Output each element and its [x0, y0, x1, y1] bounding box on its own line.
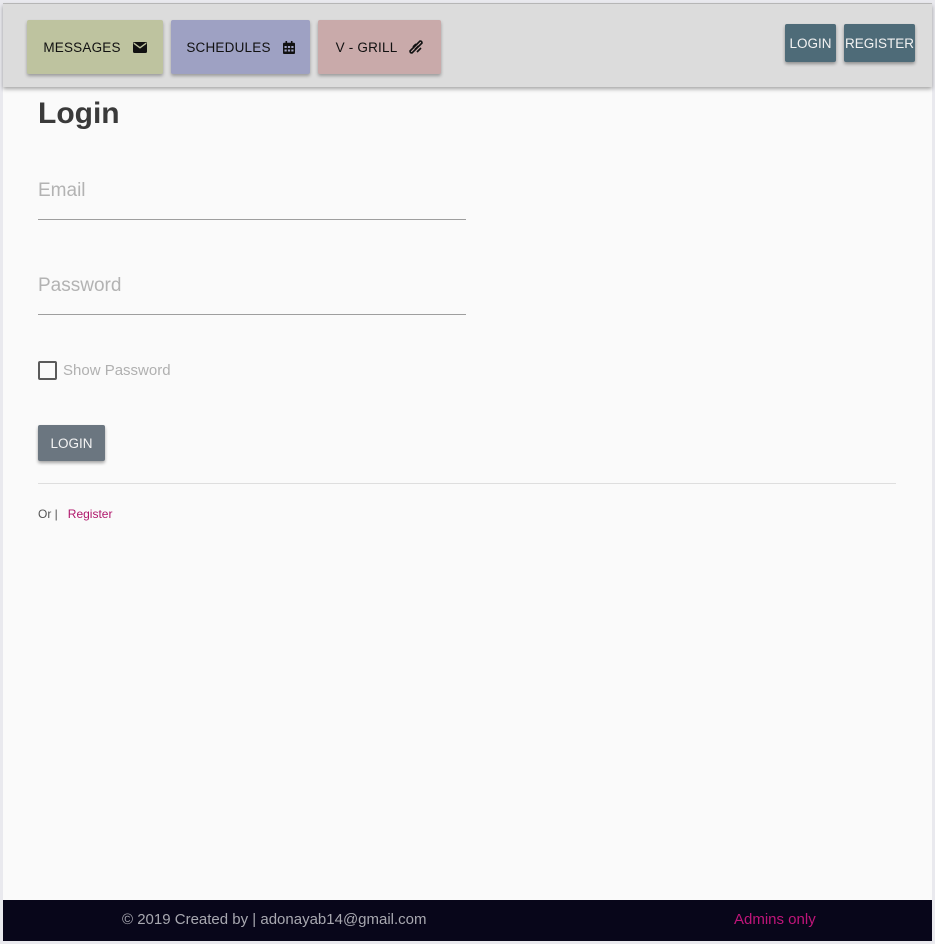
login-submit-button[interactable]: LOGIN: [38, 425, 105, 461]
top-navbar: MESSAGES SCHEDULES V - GRILL LOGIN REGIS…: [3, 4, 932, 87]
footer: © 2019 Created by | adonayab14@gmail.com…: [3, 900, 932, 941]
page-title: Login: [38, 97, 120, 130]
footer-credit: © 2019 Created by | adonayab14@gmail.com: [122, 911, 427, 928]
envelope-icon: [132, 41, 147, 53]
alternate-action: Or | Register: [38, 507, 112, 521]
schedules-button[interactable]: SCHEDULES: [171, 20, 310, 74]
messages-label: MESSAGES: [43, 39, 121, 55]
show-password-label: Show Password: [63, 362, 171, 379]
calendar-icon: [282, 40, 295, 54]
email-field[interactable]: [38, 170, 466, 220]
messages-button[interactable]: MESSAGES: [27, 20, 163, 74]
register-link[interactable]: Register: [68, 507, 113, 521]
schedules-label: SCHEDULES: [186, 39, 271, 55]
vgrill-button[interactable]: V - GRILL: [318, 20, 441, 74]
password-field[interactable]: [38, 265, 466, 315]
admins-only-link[interactable]: Admins only: [734, 911, 816, 928]
grill-icon: [409, 40, 424, 54]
alt-prefix: Or |: [38, 507, 58, 521]
vgrill-label: V - GRILL: [335, 39, 398, 55]
divider: [38, 483, 896, 484]
show-password-checkbox[interactable]: [38, 361, 57, 380]
nav-login-button[interactable]: LOGIN: [785, 24, 836, 62]
nav-register-button[interactable]: REGISTER: [844, 24, 915, 62]
show-password-toggle[interactable]: Show Password: [38, 361, 171, 380]
app-frame: MESSAGES SCHEDULES V - GRILL LOGIN REGIS…: [3, 3, 932, 941]
